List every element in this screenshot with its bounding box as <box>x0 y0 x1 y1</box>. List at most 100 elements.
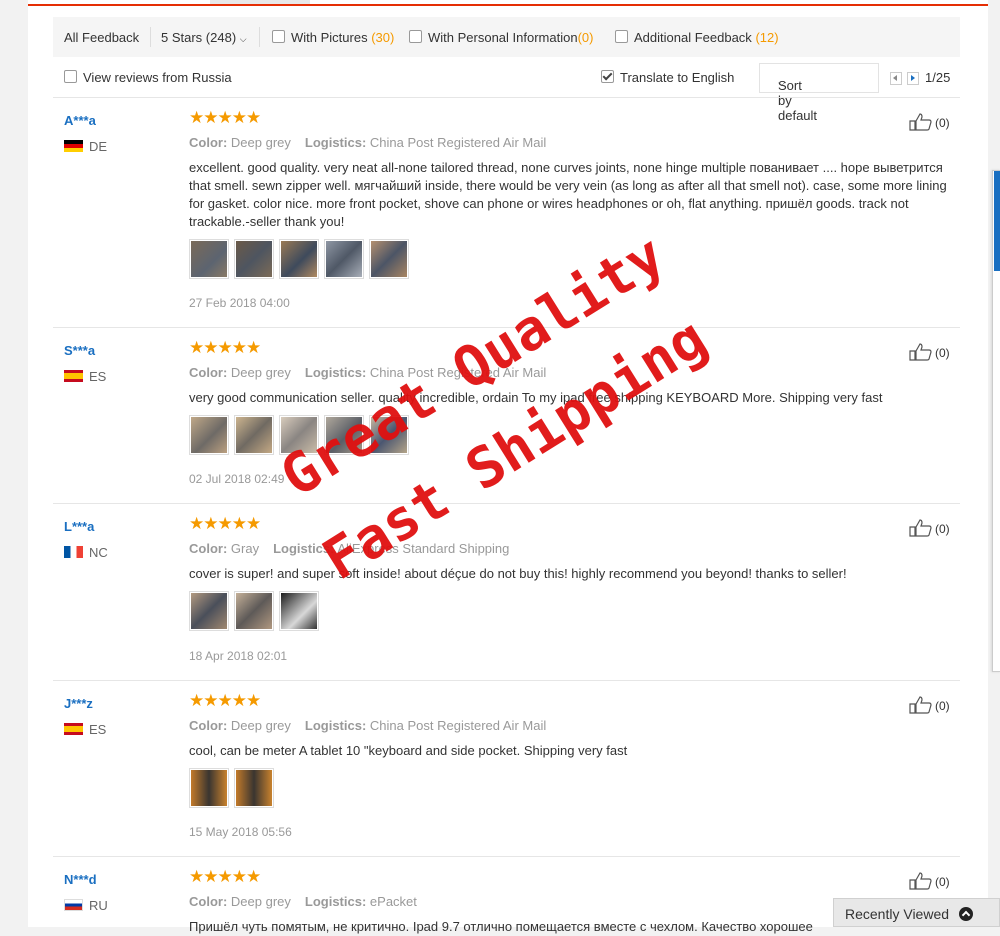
country-code: ES <box>89 722 107 737</box>
like-button[interactable]: (0) <box>909 343 950 361</box>
checkbox[interactable] <box>64 70 77 83</box>
checkbox[interactable] <box>272 30 285 43</box>
country-code: RU <box>89 898 108 913</box>
review-meta: Color: Gray Logistics: AliExpress Standar… <box>189 541 523 556</box>
filter-additional-label: Additional Feedback <box>634 30 752 45</box>
color-value: Deep grey <box>230 718 291 733</box>
filter-with-pictures-count: (30) <box>371 30 395 45</box>
review-photo[interactable] <box>189 415 229 455</box>
review-meta: Color: Deep grey Logistics: ePacket <box>189 894 431 909</box>
like-button[interactable]: (0) <box>909 872 950 890</box>
review-photo[interactable] <box>279 415 319 455</box>
like-count: (0) <box>935 699 950 713</box>
filter-with-pictures[interactable]: With Pictures (30) <box>272 30 394 45</box>
divider <box>259 27 260 47</box>
divider <box>53 97 960 98</box>
color-label: Color: <box>189 894 228 909</box>
review-text: very good communication seller. quality … <box>189 390 883 405</box>
thumbs-up-icon <box>909 872 932 890</box>
review-date: 15 May 2018 05:56 <box>189 825 292 839</box>
country-code: NC <box>89 545 108 560</box>
checkbox[interactable] <box>409 30 422 43</box>
side-panel-accent <box>994 171 1000 271</box>
reviewer-name[interactable]: L***a <box>64 519 94 534</box>
checkbox[interactable] <box>615 30 628 43</box>
side-panel-tab[interactable] <box>992 170 1000 672</box>
thumbs-up-icon <box>909 343 932 361</box>
logistics-label: Logistics: <box>273 541 335 556</box>
logistics-label: Logistics: <box>304 718 367 733</box>
logistics-value: AliExpress Standard Shipping <box>337 541 510 556</box>
logistics-value: China Post Registered Air Mail <box>369 718 547 733</box>
reviewer-name[interactable]: N***d <box>64 872 97 887</box>
logistics-label: Logistics: <box>304 894 367 909</box>
color-label: Color: <box>189 541 228 556</box>
caret-left-icon <box>893 75 897 81</box>
review-meta: Color: Deep grey Logistics: China Post Re… <box>189 365 560 380</box>
divider <box>53 856 960 857</box>
filter-all-feedback[interactable]: All Feedback <box>64 30 139 45</box>
translate-toggle[interactable]: Translate to English <box>601 70 734 85</box>
review-photo[interactable] <box>189 768 229 808</box>
review-date: 02 Jul 2018 02:49 <box>189 472 285 486</box>
reviewer-name[interactable]: S***a <box>64 343 95 358</box>
filter-stars-dropdown[interactable]: 5 Stars (248) ⌵ <box>161 30 247 45</box>
star-rating: ★★★★★ <box>189 108 261 127</box>
review-text: cool, can be meter A tablet 10 "keyboard… <box>189 743 628 758</box>
review-photo[interactable] <box>324 415 364 455</box>
logistics-label: Logistics: <box>304 365 367 380</box>
reviewer-country: NC <box>64 545 108 560</box>
filter-additional-feedback[interactable]: Additional Feedback (12) <box>615 30 779 45</box>
review-photos <box>189 415 414 455</box>
translate-label: Translate to English <box>620 70 735 85</box>
review-photos <box>189 591 324 631</box>
star-rating: ★★★★★ <box>189 514 261 533</box>
logistics-value: China Post Registered Air Mail <box>369 135 547 150</box>
review-photo[interactable] <box>189 591 229 631</box>
filter-additional-count: (12) <box>755 30 779 45</box>
like-count: (0) <box>935 116 950 130</box>
review-photo[interactable] <box>189 239 229 279</box>
view-russia-toggle[interactable]: View reviews from Russia <box>64 70 232 85</box>
reviewer-country: ES <box>64 369 106 384</box>
like-button[interactable]: (0) <box>909 696 950 714</box>
reviewer-name[interactable]: A***a <box>64 113 96 128</box>
chevron-down-icon: ⌵ <box>239 34 247 44</box>
review-photo[interactable] <box>324 239 364 279</box>
like-button[interactable]: (0) <box>909 113 950 131</box>
review-photo[interactable] <box>234 591 274 631</box>
filter-personal-info[interactable]: With Personal Information(0) <box>409 30 593 45</box>
review-photo[interactable] <box>234 239 274 279</box>
thumbs-up-icon <box>909 696 932 714</box>
review-photo[interactable] <box>234 415 274 455</box>
review-photo[interactable] <box>234 768 274 808</box>
filter-with-pictures-label: With Pictures <box>291 30 368 45</box>
flag-de-icon <box>64 140 83 152</box>
review-photo[interactable] <box>369 415 409 455</box>
review-date: 27 Feb 2018 04:00 <box>189 296 290 310</box>
reviewer-name[interactable]: J***z <box>64 696 93 711</box>
sort-select[interactable]: Sort by default ⌵ <box>759 63 879 123</box>
review-photo[interactable] <box>279 239 319 279</box>
star-rating: ★★★★★ <box>189 338 261 357</box>
review-text: excellent. good quality. very neat all-n… <box>189 160 947 229</box>
review-meta: Color: Deep grey Logistics: China Post Re… <box>189 135 560 150</box>
review-photos <box>189 239 414 279</box>
flag-es-icon <box>64 723 83 735</box>
recently-viewed-label: Recently Viewed <box>845 906 950 922</box>
review-text: cover is super! and super soft inside! a… <box>189 566 847 581</box>
filter-bar: All Feedback 5 Stars (248) ⌵ With Pictur… <box>53 17 960 57</box>
color-value: Gray <box>230 541 260 556</box>
checkbox[interactable] <box>601 70 614 83</box>
next-page-button[interactable] <box>907 72 919 85</box>
like-count: (0) <box>935 346 950 360</box>
reviewer-country: ES <box>64 722 106 737</box>
prev-page-button[interactable] <box>890 72 902 85</box>
recently-viewed-button[interactable]: Recently Viewed <box>833 898 1000 927</box>
logistics-value: ePacket <box>369 894 417 909</box>
review-photo[interactable] <box>369 239 409 279</box>
like-button[interactable]: (0) <box>909 519 950 537</box>
reviewer-country: DE <box>64 139 107 154</box>
review-photo[interactable] <box>279 591 319 631</box>
color-label: Color: <box>189 365 228 380</box>
